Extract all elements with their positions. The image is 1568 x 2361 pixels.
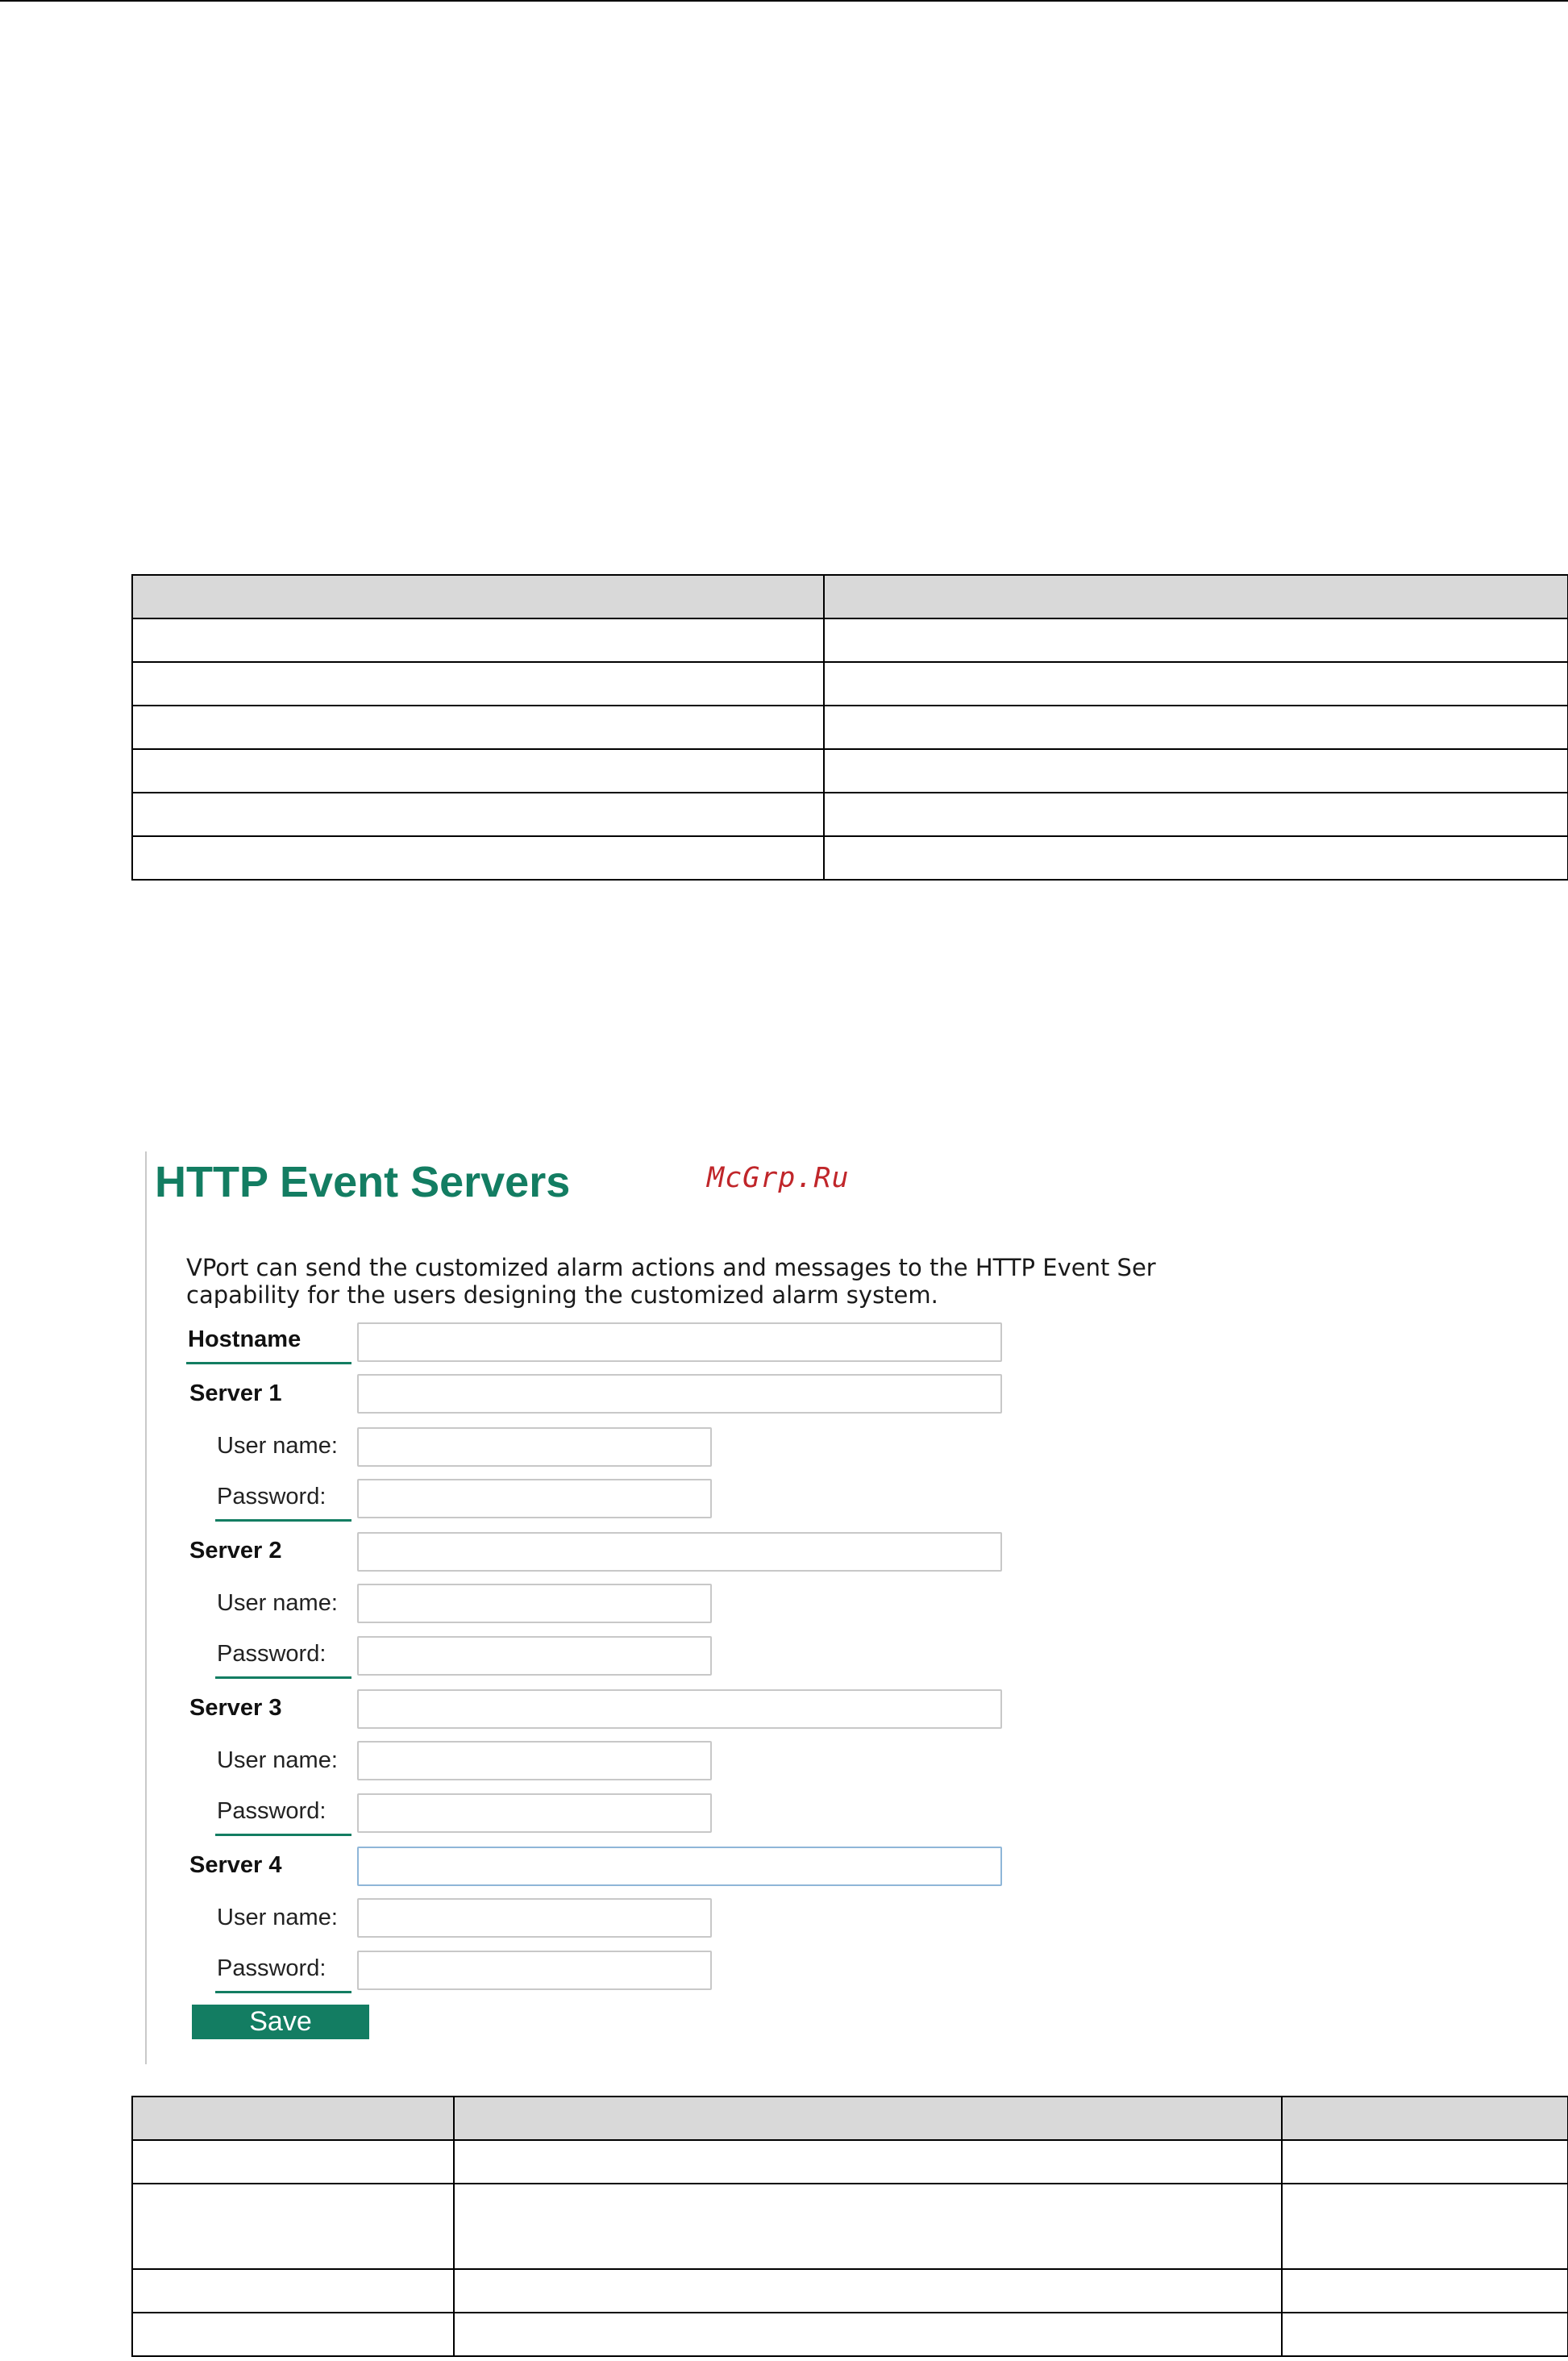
table-row xyxy=(131,2312,1568,2357)
table-row xyxy=(131,618,1568,663)
hostname-input[interactable] xyxy=(357,1322,1002,1362)
table-row xyxy=(131,661,1568,706)
server-2-username-label: User name: xyxy=(217,1590,338,1616)
watermark: McGrp.Ru xyxy=(707,1162,850,1194)
server-4-username-label: User name: xyxy=(217,1905,338,1930)
hostname-label: Hostname xyxy=(188,1326,302,1352)
server-3-underline xyxy=(215,1834,351,1836)
server-2-label: Server 2 xyxy=(189,1538,282,1564)
server-1-input[interactable] xyxy=(357,1374,1002,1414)
page-title: HTTP Event Servers xyxy=(155,1158,571,1206)
hostname-underline xyxy=(186,1362,351,1364)
server-3-label: Server 3 xyxy=(189,1695,282,1721)
server-4-username-input[interactable] xyxy=(357,1898,712,1938)
server-4-underline xyxy=(215,1991,351,1993)
table-row xyxy=(131,705,1568,750)
table-header-row xyxy=(131,574,1568,619)
server-3-username-input[interactable] xyxy=(357,1741,712,1780)
top-table xyxy=(131,574,1568,881)
server-3-password-input[interactable] xyxy=(357,1793,712,1833)
server-2-username-input[interactable] xyxy=(357,1584,712,1623)
server-3-password-label: Password: xyxy=(217,1798,326,1824)
server-4-password-input[interactable] xyxy=(357,1951,712,1990)
table-row xyxy=(131,2139,1568,2184)
server-2-input[interactable] xyxy=(357,1532,1002,1572)
server-3-input[interactable] xyxy=(357,1689,1002,1729)
page-top-rule xyxy=(0,0,1568,2)
table-row xyxy=(131,2183,1568,2270)
server-1-username-label: User name: xyxy=(217,1433,338,1459)
server-4-password-label: Password: xyxy=(217,1955,326,1981)
server-1-label: Server 1 xyxy=(189,1380,282,1406)
server-1-password-input[interactable] xyxy=(357,1479,712,1518)
server-2-underline xyxy=(215,1676,351,1679)
table-row xyxy=(131,792,1568,837)
server-2-password-input[interactable] xyxy=(357,1636,712,1676)
description-line: VPort can send the customized alarm acti… xyxy=(186,1254,1156,1281)
bottom-table xyxy=(131,2096,1568,2357)
server-1-underline xyxy=(215,1519,351,1522)
table-row xyxy=(131,835,1568,881)
table-row xyxy=(131,2268,1568,2313)
description: VPort can send the customized alarm acti… xyxy=(186,1254,1250,1309)
save-button[interactable]: Save xyxy=(192,2005,369,2039)
server-4-input[interactable] xyxy=(357,1847,1002,1886)
server-4-label: Server 4 xyxy=(189,1852,282,1878)
server-3-username-label: User name: xyxy=(217,1747,338,1773)
server-1-username-input[interactable] xyxy=(357,1427,712,1467)
table-row xyxy=(131,748,1568,793)
server-2-password-label: Password: xyxy=(217,1641,326,1667)
table-header-row xyxy=(131,2096,1568,2141)
server-1-password-label: Password: xyxy=(217,1484,326,1509)
description-line: capability for the users designing the c… xyxy=(186,1281,938,1309)
